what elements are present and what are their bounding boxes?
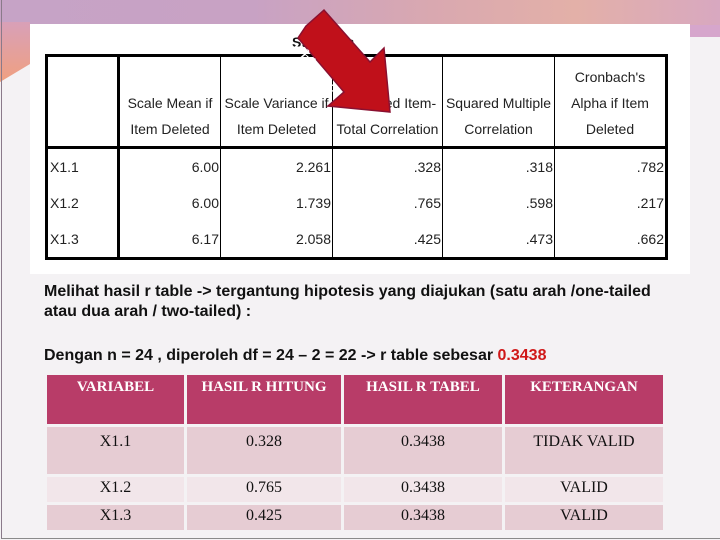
variabel-cell: X1.2 — [47, 477, 184, 502]
header-scale-mean: Scale Mean if Item Deleted — [118, 55, 221, 149]
df-paragraph: Dengan n = 24 , diperoleh df = 24 – 2 = … — [44, 346, 684, 366]
header-keterangan: KETERANGAN — [505, 375, 663, 424]
df-text: Dengan n = 24 , diperoleh df = 24 – 2 = … — [44, 347, 498, 364]
keterangan-cell: VALID — [505, 477, 663, 502]
r-tabel-cell: 0.3438 — [344, 505, 502, 530]
scale-mean-cell: 6.00 — [118, 147, 221, 185]
table-row: X1.2 0.765 0.3438 VALID — [47, 477, 663, 502]
alpha-cell: .217 — [554, 185, 667, 221]
scale-variance-cell: 2.261 — [220, 147, 333, 185]
r-tabel-cell: 0.3438 — [344, 427, 502, 474]
header-squared-multiple: Squared Multiple Correlation — [442, 55, 555, 149]
item-label: X1.1 — [46, 147, 120, 185]
corrected-correlation-cell: .425 — [332, 221, 443, 259]
table-row: X1.3 6.17 2.058 .425 .473 .662 — [46, 221, 667, 259]
table-row: X1.1 6.00 2.261 .328 .318 .782 — [46, 147, 667, 185]
variabel-cell: X1.1 — [47, 427, 184, 474]
header-corner — [46, 55, 120, 149]
corrected-correlation-cell: .328 — [332, 147, 443, 185]
corrected-correlation-cell: .765 — [332, 185, 443, 221]
r-hitung-cell: 0.328 — [187, 427, 341, 474]
r-tabel-cell: 0.3438 — [344, 477, 502, 502]
scale-variance-cell: 2.058 — [220, 221, 333, 259]
result-header-row: VARIABEL HASIL R HITUNG HASIL R TABEL KE… — [47, 375, 663, 424]
scale-mean-cell: 6.17 — [118, 221, 221, 259]
header-r-hitung: HASIL R HITUNG — [187, 375, 341, 424]
alpha-cell: .782 — [554, 147, 667, 185]
scale-variance-cell: 1.739 — [220, 185, 333, 221]
table-row: X1.1 0.328 0.3438 TIDAK VALID — [47, 427, 663, 474]
squared-multiple-cell: .473 — [442, 221, 555, 259]
table-row: X1.3 0.425 0.3438 VALID — [47, 505, 663, 530]
header-r-tabel: HASIL R TABEL — [344, 375, 502, 424]
decorative-corner — [0, 22, 30, 82]
alpha-cell: .662 — [554, 221, 667, 259]
keterangan-cell: TIDAK VALID — [505, 427, 663, 474]
item-label: X1.3 — [46, 221, 120, 259]
validity-result-table: VARIABEL HASIL R HITUNG HASIL R TABEL KE… — [44, 372, 666, 533]
variabel-cell: X1.3 — [47, 505, 184, 530]
keterangan-cell: VALID — [505, 505, 663, 530]
explanation-paragraph: Melihat hasil r table -> tergantung hipo… — [44, 283, 651, 320]
r-hitung-cell: 0.765 — [187, 477, 341, 502]
squared-multiple-cell: .318 — [442, 147, 555, 185]
item-label: X1.2 — [46, 185, 120, 221]
header-alpha-if-deleted: Cronbach's Alpha if Item Deleted — [554, 55, 667, 149]
r-hitung-cell: 0.425 — [187, 505, 341, 530]
squared-multiple-cell: .598 — [442, 185, 555, 221]
scale-mean-cell: 6.00 — [118, 185, 221, 221]
table-row: X1.2 6.00 1.739 .765 .598 .217 — [46, 185, 667, 221]
r-table-value: 0.3438 — [497, 347, 547, 364]
header-variabel: VARIABEL — [47, 375, 184, 424]
